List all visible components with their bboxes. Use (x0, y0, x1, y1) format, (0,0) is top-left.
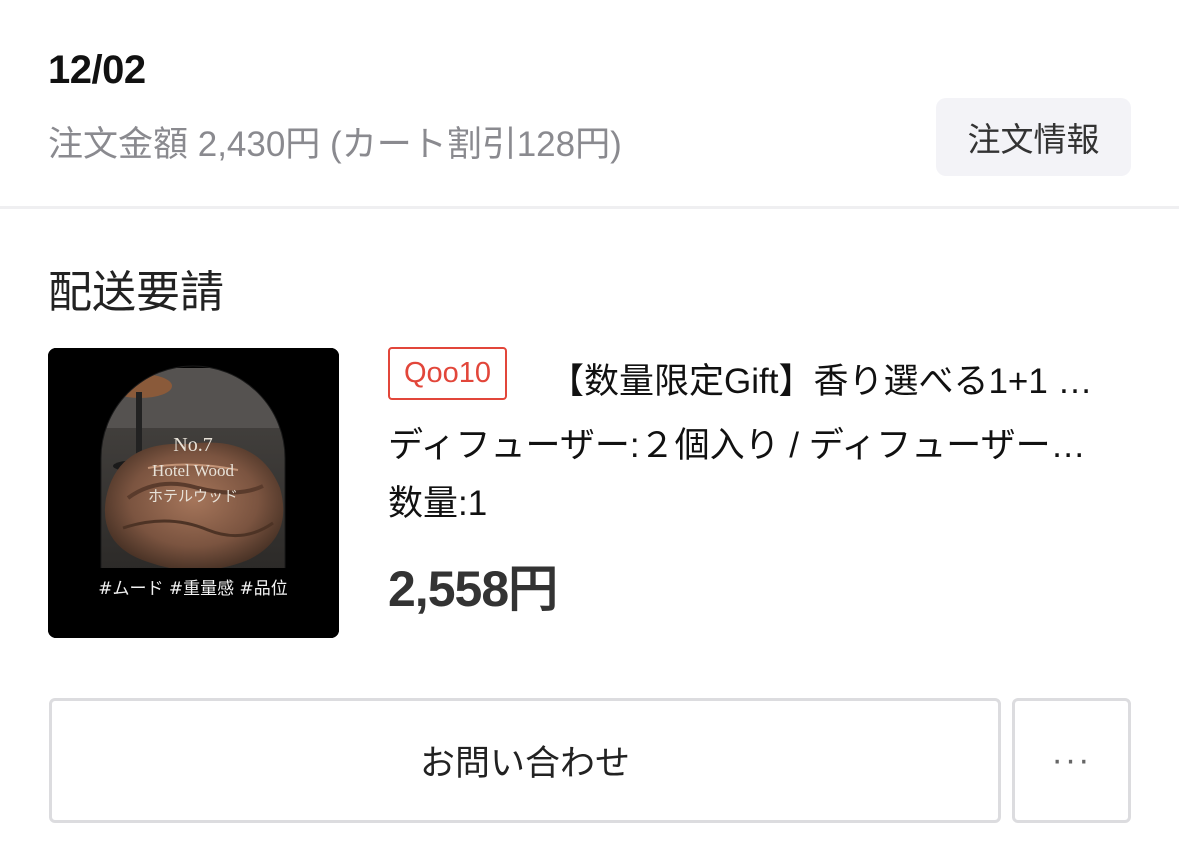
shipment-section-title: 配送要請 (48, 268, 224, 317)
order-info-button[interactable]: 注文情報 (936, 98, 1131, 176)
thumbnail-text-kana: ホテルウッド (148, 487, 238, 505)
product-thumbnail[interactable]: No.7 Hotel Wood ホテルウッド #ムード #重量感 #品位 (48, 348, 339, 638)
product-option: ディフューザー:２個入り / ディフューザー… (388, 426, 1086, 465)
order-header: 12/02 注文金額 2,430円 (カート割引128円) 注文情報 (0, 0, 1179, 207)
product-quantity: 数量:1 (388, 484, 488, 523)
inquiry-button[interactable]: お問い合わせ (49, 698, 1001, 823)
thumbnail-tags: #ムード #重量感 #品位 (98, 579, 288, 599)
shop-badge: Qoo10 (388, 347, 507, 400)
product-title-row: Qoo10 【数量限定Gift】香り選べる1+1 … (388, 347, 1133, 401)
product-image: No.7 Hotel Wood ホテルウッド #ムード #重量感 #品位 (48, 348, 339, 638)
thumbnail-text-number: No.7 (173, 434, 212, 456)
product-details: Qoo10 【数量限定Gift】香り選べる1+1 … ディフューザー:２個入り … (388, 347, 1133, 617)
order-detail-page: 12/02 注文金額 2,430円 (カート割引128円) 注文情報 配送要請 (0, 0, 1179, 861)
thumbnail-text-name: Hotel Wood (152, 461, 234, 480)
order-date: 12/02 (48, 48, 146, 92)
more-icon: ··· (1051, 741, 1092, 779)
section-divider (0, 206, 1179, 209)
product-price: 2,558円 (388, 561, 558, 617)
order-amount: 注文金額 2,430円 (カート割引128円) (48, 125, 622, 164)
product-title[interactable]: 【数量限定Gift】香り選べる1+1 … (549, 353, 1133, 404)
more-options-button[interactable]: ··· (1012, 698, 1131, 823)
